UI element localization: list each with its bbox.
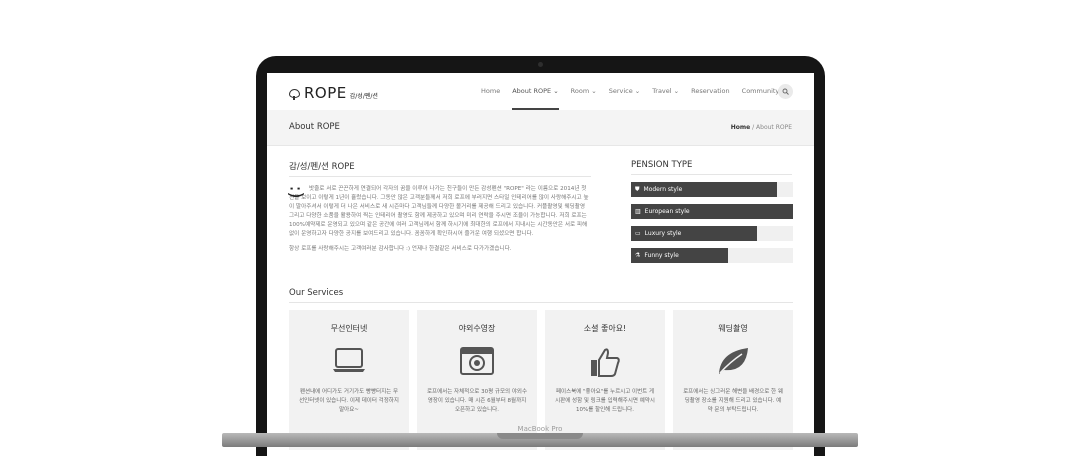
pension-type-bar: ⚗ Funny style	[631, 248, 729, 263]
laptop-frame: ROPE 감/성/펜/션 Home About ROPE ⌄ Room ⌄ Se…	[256, 56, 825, 456]
pension-type-row: ⛊ Modern style	[631, 182, 793, 197]
nav-travel[interactable]: Travel ⌄	[652, 73, 679, 110]
service-card-text: 펜션내에 어디가도 거기가도 빵빵터지는 무선인터넷이 있습니다. 이제 데이터…	[299, 389, 399, 413]
service-card-title: 무선인터넷	[330, 324, 368, 333]
page-title: About ROPE	[289, 122, 340, 132]
camera-icon	[538, 62, 543, 67]
laptop-screen: ROPE 감/성/펜/션 Home About ROPE ⌄ Room ⌄ Se…	[267, 73, 814, 456]
services-title: Our Services	[289, 288, 793, 303]
pension-type-section: PENSION TYPE ⛊ Modern style ▥ European styl…	[631, 160, 793, 263]
ticket-icon: ⛊	[635, 185, 640, 193]
breadcrumb-home[interactable]: Home	[731, 124, 750, 131]
about-paragraph-1: 밧줄로 서로 끈끈하게 연결되어 각자의 꿈을 이루어 나가는 친구들이 만든 …	[289, 186, 589, 237]
site-logo[interactable]: ROPE 감/성/펜/션	[289, 84, 378, 102]
main-nav: Home About ROPE ⌄ Room ⌄ Service ⌄ Trave…	[475, 73, 785, 110]
service-card-text: 로프에서는 싱그러운 해변을 배경으로 한 웨딩촬영 장소를 지원해 드리고 있…	[683, 389, 783, 413]
pension-type-bar: ▥ European style	[631, 204, 793, 219]
service-card-title: 웨딩촬영	[718, 324, 748, 333]
pension-type-row: ▥ European style	[631, 204, 793, 219]
nav-community[interactable]: Community	[742, 73, 780, 110]
breadcrumb-current: About ROPE	[756, 124, 792, 131]
search-button[interactable]	[778, 84, 793, 99]
thumbs-up-icon	[591, 348, 620, 377]
search-icon	[782, 88, 789, 95]
pension-type-label: Modern style	[643, 186, 683, 193]
building-icon: ▥	[635, 208, 641, 215]
pension-type-label: Funny style	[644, 252, 679, 259]
laptop-icon	[333, 348, 365, 372]
service-card-text: 로프에서는 자체적으로 30평 규모의 야외수영장이 있습니다. 매 시즌 6월…	[427, 389, 528, 413]
about-title: 감/성/펜/션 ROPE	[289, 160, 591, 177]
nav-reservation[interactable]: Reservation	[691, 73, 730, 110]
about-section: 감/성/펜/션 ROPE :) 밧줄로 서로 끈끈하게 연결되어 각자의 꿈을 …	[285, 160, 591, 254]
camera-icon	[460, 347, 494, 375]
pension-type-bar: ⛊ Modern style	[631, 182, 777, 197]
pension-type-bar: ▭ Luxury style	[631, 226, 758, 241]
about-paragraph-2: 항상 로프를 사랑해주시는 고객여러분 감사합니다 :) 언제나 한결같은 서비…	[289, 246, 512, 252]
device-label: MacBook Pro	[517, 425, 563, 433]
site-header: ROPE 감/성/펜/션 Home About ROPE ⌄ Room ⌄ Se…	[267, 73, 814, 111]
logo-text: ROPE	[304, 84, 347, 102]
breadcrumb: Home / About ROPE	[731, 124, 792, 131]
pension-type-row: ▭ Luxury style	[631, 226, 793, 241]
page-title-bar: About ROPE Home / About ROPE	[267, 110, 814, 146]
pension-type-row: ⚗ Funny style	[631, 248, 793, 263]
nav-home[interactable]: Home	[481, 73, 500, 110]
smiley-icon: :)	[285, 185, 307, 199]
logo-subtitle: 감/성/펜/션	[349, 92, 378, 100]
breadcrumb-separator: /	[752, 124, 755, 131]
pension-type-label: European style	[644, 208, 690, 215]
pension-type-label: Luxury style	[644, 230, 682, 237]
flask-icon: ⚗	[635, 252, 641, 259]
nav-about-rope[interactable]: About ROPE ⌄	[512, 73, 559, 110]
laptop-notch	[497, 433, 583, 439]
nav-room[interactable]: Room ⌄	[571, 73, 597, 110]
pension-type-title: PENSION TYPE	[631, 160, 792, 175]
nav-service[interactable]: Service ⌄	[609, 73, 641, 110]
logo-mark-icon	[289, 88, 300, 100]
service-card-title: 야외수영장	[458, 324, 496, 333]
service-card-title: 소셜 좋아요!	[583, 324, 627, 333]
laptop-icon: ▭	[635, 230, 641, 237]
service-card-text: 페이스북에 "좋아요"를 누르시고 이번트 게시판에 성함 및 링크를 입력해주…	[555, 389, 655, 413]
leaf-icon	[719, 348, 748, 374]
